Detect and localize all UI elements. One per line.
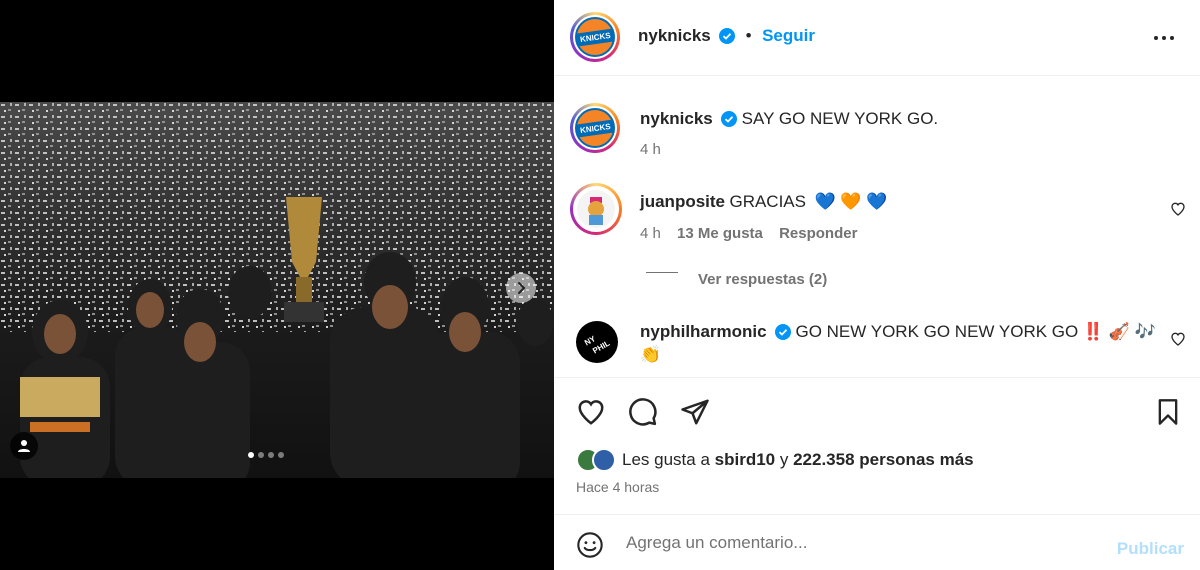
commenter-avatar[interactable] — [570, 183, 622, 235]
likes-count[interactable]: 222.358 personas más — [793, 450, 974, 469]
carousel-dot — [248, 452, 254, 458]
share-paper-plane-icon[interactable] — [680, 397, 710, 427]
likes-conjunction: y — [779, 450, 789, 469]
comment-bubble-icon[interactable] — [628, 397, 658, 427]
knicks-logo: KNICKS — [575, 17, 615, 57]
comment-text: GO NEW YORK GO NEW YORK GO — [795, 322, 1079, 341]
comment-emoji: 💙 🧡 💙 — [814, 192, 888, 211]
like-comment-heart-icon[interactable] — [1170, 201, 1186, 217]
user-tag-icon — [18, 440, 30, 452]
verified-badge-icon — [719, 28, 736, 44]
carousel-indicator — [248, 452, 284, 458]
likes-text: Les gusta a sbird10 y 222.358 personas m… — [622, 450, 974, 470]
like-heart-icon[interactable] — [576, 397, 606, 427]
likes-summary: Les gusta a sbird10 y 222.358 personas m… — [576, 448, 974, 472]
separator-dot: • — [745, 26, 752, 45]
comment-username[interactable]: nyphilharmonic — [640, 322, 767, 341]
author-username[interactable]: nyknicks — [638, 26, 711, 45]
author-avatar[interactable]: KNICKS — [570, 12, 620, 62]
post-photo[interactable] — [0, 102, 554, 478]
follow-button[interactable]: Seguir — [762, 26, 815, 45]
comment-emoji: ‼️ 🎻 🎶 — [1082, 322, 1156, 341]
comment-emoji-line2: 👏 — [640, 345, 662, 364]
save-bookmark-icon[interactable] — [1154, 397, 1182, 427]
comment-likes[interactable]: 13 Me gusta — [677, 225, 763, 242]
celebration-photo-illustration — [0, 102, 554, 478]
post-timestamp: Hace 4 horas — [576, 479, 660, 495]
carousel-dot — [268, 452, 274, 458]
carousel-next-button[interactable] — [506, 273, 536, 303]
post-details-panel: KNICKS nyknicks • Seguir KNICKS nyknicks — [554, 0, 1200, 570]
chevron-right-icon — [518, 282, 526, 294]
ny-phil-logo-icon: NY PHIL — [583, 334, 611, 356]
caption-username[interactable]: nyknicks — [640, 109, 713, 128]
like-comment-heart-icon[interactable] — [1170, 331, 1186, 347]
action-bar — [554, 377, 1200, 426]
view-replies-button[interactable]: Ver respuestas (2) — [698, 271, 827, 288]
comment-text: GRACIAS — [729, 192, 806, 211]
carousel-dot — [258, 452, 264, 458]
reply-button[interactable]: Responder — [779, 225, 857, 242]
tagged-users-button[interactable] — [10, 432, 38, 460]
likes-prefix: Les gusta a — [622, 450, 710, 469]
emoji-smiley-icon[interactable] — [576, 531, 604, 559]
verified-badge-icon — [721, 111, 738, 127]
post-header: KNICKS nyknicks • Seguir — [554, 0, 1200, 76]
commenter-avatar[interactable]: NY PHIL — [576, 321, 618, 363]
liker-avatar[interactable] — [592, 448, 616, 472]
add-comment-bar: Publicar — [554, 514, 1200, 570]
comments-list: KNICKS nyknicks SAY GO NEW YORK GO. 4 h — [554, 77, 1200, 377]
liker-username[interactable]: sbird10 — [715, 450, 775, 469]
caption-avatar[interactable]: KNICKS — [570, 103, 620, 153]
comment-input[interactable] — [626, 533, 1086, 553]
replies-divider — [646, 272, 678, 273]
publish-button[interactable]: Publicar — [1117, 539, 1184, 559]
more-options-icon[interactable] — [1152, 28, 1176, 48]
comment-username[interactable]: juanposite — [640, 192, 725, 211]
knicks-logo: KNICKS — [575, 108, 615, 148]
verified-badge-icon — [775, 324, 792, 340]
post-media — [0, 0, 554, 570]
caption-text: SAY GO NEW YORK GO. — [741, 109, 939, 128]
caption-time: 4 h — [640, 141, 661, 158]
comment-time: 4 h — [640, 225, 661, 242]
cartoon-avatar-icon — [577, 190, 615, 228]
carousel-dot — [278, 452, 284, 458]
